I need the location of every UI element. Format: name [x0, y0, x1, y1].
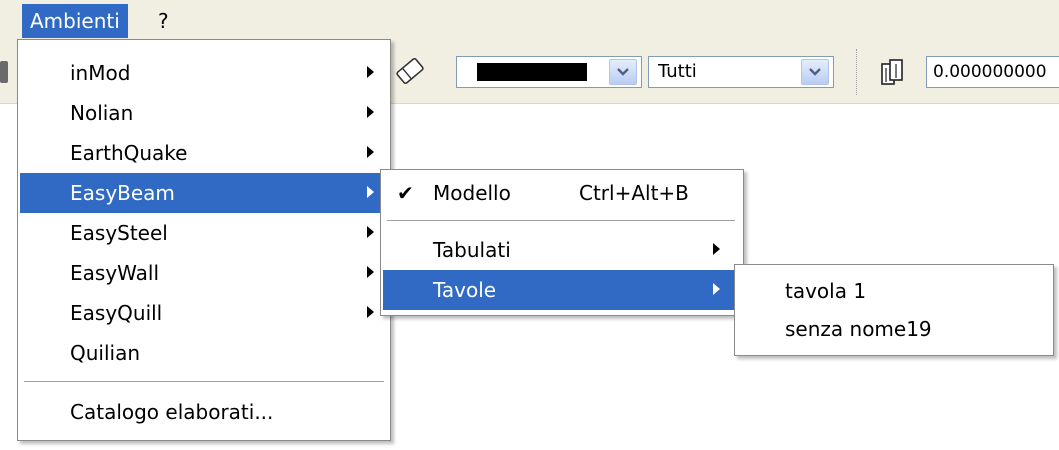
menu-item-label: senza nome19 — [785, 317, 932, 341]
menu-item-inmod[interactable]: inMod — [20, 53, 388, 93]
submenu-arrow-icon — [713, 243, 720, 255]
menu-item-quilian[interactable]: Quilian — [20, 333, 388, 373]
toolbar-separator — [856, 49, 859, 95]
menu-item-label: EasyWall — [70, 261, 160, 285]
menu-item-label: inMod — [70, 61, 131, 85]
menu-item-label: EasyQuill — [70, 301, 163, 325]
menu-item-label: Tavole — [433, 278, 497, 302]
submenu-arrow-icon — [367, 226, 374, 238]
menu-item-easyquill[interactable]: EasyQuill — [20, 293, 388, 333]
submenu-arrow-icon — [367, 266, 374, 278]
menu-item-label: Nolian — [70, 101, 134, 125]
layer-filter-combo[interactable]: Tutti — [648, 56, 834, 88]
submenu-arrow-icon — [367, 106, 374, 118]
menu-item-senza-nome19[interactable]: senza nome19 — [737, 309, 1051, 349]
dropdown-arrow-icon[interactable] — [609, 59, 637, 85]
menu-separator — [387, 220, 735, 222]
application-window: Ambienti ? Tutti 0.000000000 inMod Nolia… — [0, 0, 1059, 450]
submenu-arrow-icon — [367, 306, 374, 318]
menu-item-label: EasyBeam — [70, 181, 175, 205]
easybeam-submenu: ✔ Modello Ctrl+Alt+B Tabulati Tavole — [380, 169, 744, 316]
menu-item-easywall[interactable]: EasyWall — [20, 253, 388, 293]
shortcut-label: Ctrl+Alt+B — [579, 181, 689, 205]
menu-item-catalogo-elaborati[interactable]: Catalogo elaborati... — [20, 392, 388, 432]
menu-item-nolian[interactable]: Nolian — [20, 93, 388, 133]
submenu-arrow-icon — [367, 146, 374, 158]
submenu-arrow-icon — [367, 66, 374, 78]
toolbar-button-partial[interactable] — [0, 61, 8, 83]
eraser-icon[interactable] — [392, 53, 428, 89]
menu-item-label: tavola 1 — [785, 279, 867, 303]
ambienti-menu: inMod Nolian EarthQuake EasyBeam EasySte… — [17, 39, 391, 441]
check-icon: ✔ — [397, 181, 414, 205]
menu-item-tavola-1[interactable]: tavola 1 — [737, 271, 1051, 311]
dropdown-arrow-icon[interactable] — [801, 59, 829, 85]
line-color-combo[interactable] — [456, 56, 642, 88]
layer-filter-value: Tutti — [658, 61, 697, 82]
tavole-submenu: tavola 1 senza nome19 — [734, 264, 1054, 356]
submenu-arrow-icon — [367, 186, 374, 198]
menu-item-label: Quilian — [70, 341, 141, 365]
color-swatch — [477, 63, 587, 81]
menu-help[interactable]: ? — [150, 4, 177, 38]
menu-item-label: EasySteel — [70, 221, 168, 245]
menu-item-easybeam[interactable]: EasyBeam — [20, 173, 388, 213]
menu-item-label: Catalogo elaborati... — [70, 400, 274, 424]
numeric-value-field[interactable]: 0.000000000 — [926, 56, 1059, 88]
menu-bar: Ambienti ? — [0, 0, 1059, 39]
menu-item-label: Tabulati — [433, 238, 511, 262]
menu-item-earthquake[interactable]: EarthQuake — [20, 133, 388, 173]
menu-item-label: Modello — [433, 181, 511, 205]
menu-separator — [24, 381, 384, 383]
menu-ambienti[interactable]: Ambienti — [22, 4, 128, 38]
pages-icon[interactable] — [878, 56, 908, 88]
menu-item-easysteel[interactable]: EasySteel — [20, 213, 388, 253]
submenu-arrow-icon — [713, 283, 720, 295]
menu-item-tavole[interactable]: Tavole — [383, 270, 741, 310]
menu-item-tabulati[interactable]: Tabulati — [383, 230, 741, 270]
menu-item-label: EarthQuake — [70, 141, 188, 165]
menu-item-modello[interactable]: ✔ Modello Ctrl+Alt+B — [383, 173, 741, 213]
